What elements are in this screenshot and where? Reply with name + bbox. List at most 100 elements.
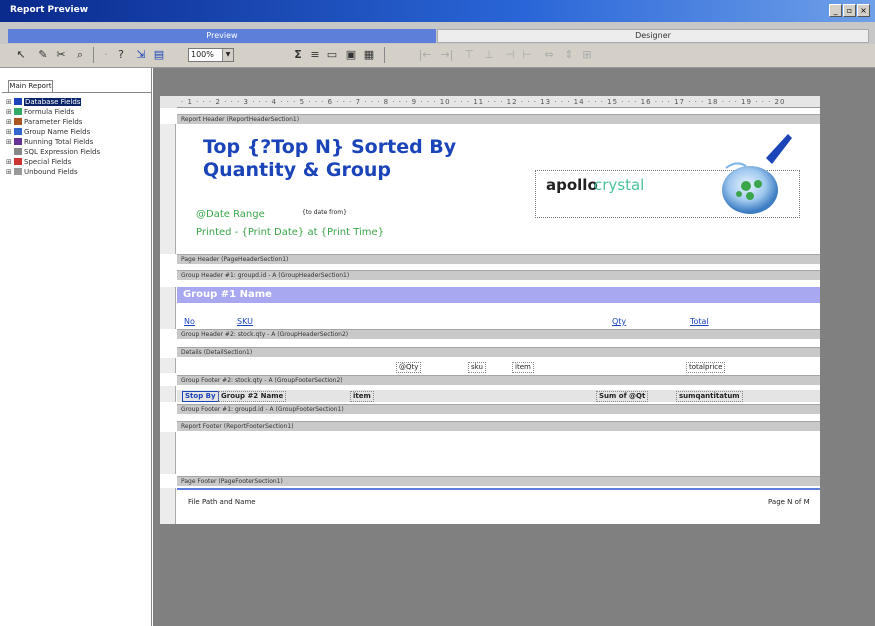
page-footer-line (177, 488, 820, 490)
tree-item-database-fields[interactable]: ⊞ Database Fields (6, 98, 82, 107)
expand-icon[interactable]: ⊞ (6, 138, 12, 147)
date-range-label[interactable]: @Date Range (196, 209, 265, 220)
divider (2, 92, 152, 93)
band-details[interactable]: Details (DetailSection1) (177, 347, 820, 357)
band-report-header[interactable]: Report Header (ReportHeaderSection1) (177, 114, 820, 124)
column-total[interactable]: Total (690, 317, 709, 326)
tree-item-group-name-fields[interactable]: ⊞ Group Name Fields (6, 128, 90, 137)
tree-item-running-total-fields[interactable]: ⊞ Running Total Fields (6, 138, 93, 147)
align-middle-icon[interactable]: ⊢ (520, 48, 534, 62)
band-group-header-1[interactable]: Group Header #1: groupd.id - A (GroupHea… (177, 270, 820, 280)
tree-item-parameter-fields[interactable]: ⊞ Parameter Fields (6, 118, 82, 127)
page-n-of-m-field[interactable]: Page N of M (766, 498, 812, 507)
print-setup-icon[interactable]: ▤ (152, 48, 166, 62)
align-bottom-icon[interactable]: ⊥ (482, 48, 496, 62)
footer-item-field[interactable]: item (350, 391, 374, 402)
expand-icon[interactable]: ⊞ (6, 128, 12, 137)
tree-item-sql-expression-fields[interactable]: SQL Expression Fields (6, 148, 100, 157)
parameter-icon (14, 118, 22, 125)
align-left-icon[interactable]: |← (418, 48, 432, 62)
window-title: Report Preview (10, 5, 89, 15)
printed-date-time[interactable]: Printed - {Print Date} at {Print Time} (196, 227, 384, 238)
tree-item-special-fields[interactable]: ⊞ Special Fields (6, 158, 71, 167)
column-sku[interactable]: SKU (237, 317, 253, 326)
vertical-ruler (160, 386, 176, 402)
zoom-value: 100% (191, 50, 214, 59)
toolbar-separator (93, 47, 94, 63)
help-icon[interactable]: ? (114, 48, 128, 62)
expand-icon[interactable]: ⊞ (6, 98, 12, 107)
stop-by-label[interactable]: Stop By (182, 391, 219, 402)
file-path-field[interactable]: File Path and Name (186, 498, 258, 507)
date-range-value[interactable]: {to date from} (300, 208, 349, 217)
align-top-icon[interactable]: ⊤ (462, 48, 476, 62)
vertical-ruler (160, 358, 176, 373)
apollo-text: apollo (546, 176, 598, 194)
align-center-icon[interactable]: ⊣ (503, 48, 517, 62)
export-icon[interactable]: ⇲ (134, 48, 148, 62)
group-1-name: Group #1 Name (183, 289, 272, 300)
formula-icon (14, 108, 22, 115)
column-qty[interactable]: Qty (612, 317, 626, 326)
object-icon[interactable]: ▦ (362, 48, 376, 62)
minimize-button[interactable]: _ (829, 4, 842, 17)
band-group-footer-1[interactable]: Group Footer #1: groupd.id - A (GroupFoo… (177, 404, 820, 414)
expand-icon[interactable]: ⊞ (6, 108, 12, 117)
disabled-icon[interactable]: · (99, 48, 113, 62)
same-size-icon[interactable]: ⊞ (580, 48, 594, 62)
chart-icon[interactable]: ≡ (308, 48, 322, 62)
maximize-button[interactable]: ▫ (843, 4, 856, 17)
insert-field-icon[interactable]: ✎ (36, 48, 50, 62)
special-icon (14, 158, 22, 165)
map-icon[interactable]: ▭ (325, 48, 339, 62)
chevron-down-icon[interactable]: ▼ (222, 49, 233, 61)
footer-sum-total-field[interactable]: sumqantitatum (676, 391, 743, 402)
group-2-name-field[interactable]: Group #2 Name (218, 391, 287, 402)
detail-item-field[interactable]: item (512, 362, 534, 373)
tab-preview[interactable]: Preview (8, 29, 436, 43)
database-icon (14, 98, 22, 105)
column-no[interactable]: No (184, 317, 195, 326)
footer-sum-qty-field[interactable]: Sum of @Qt (596, 391, 649, 402)
tree-item-formula-fields[interactable]: ⊞ Formula Fields (6, 108, 74, 117)
group-icon (14, 128, 22, 135)
find-icon[interactable]: ⌕ (73, 48, 87, 62)
insert-text-icon[interactable]: ✂ (54, 48, 68, 62)
tab-main-report[interactable]: Main Report (8, 80, 53, 92)
toolbar (0, 44, 875, 68)
picture-icon[interactable]: ▣ (344, 48, 358, 62)
horizontal-ruler: · 1 · · · 2 · · · 3 · · · 4 · · · 5 · · … (177, 96, 820, 108)
pointer-icon[interactable]: ↖ (14, 48, 28, 62)
band-group-header-2[interactable]: Group Header #2: stock.qty - A (GroupHea… (177, 329, 820, 339)
vertical-ruler (160, 124, 176, 254)
band-page-footer[interactable]: Page Footer (PageFooterSection1) (177, 476, 820, 486)
align-right-icon[interactable]: →| (440, 48, 454, 62)
expand-icon[interactable]: ⊞ (6, 158, 12, 167)
detail-qty-field[interactable]: @Qty (396, 362, 422, 373)
crystal-text: crystal (594, 176, 645, 194)
toolbar-separator (384, 47, 385, 63)
band-report-footer[interactable]: Report Footer (ReportFooterSection1) (177, 421, 820, 431)
title-bar: Report Preview (0, 0, 875, 22)
detail-total-field[interactable]: totalprice (686, 362, 726, 373)
group-1-header-row[interactable]: Group #1 Name (177, 287, 820, 303)
close-button[interactable]: × (857, 4, 870, 17)
same-width-icon[interactable]: ⇔ (542, 48, 556, 62)
unbound-icon (14, 168, 22, 175)
same-height-icon[interactable]: ⇕ (562, 48, 576, 62)
tab-designer[interactable]: Designer (437, 29, 869, 43)
sum-icon[interactable]: Σ (291, 48, 305, 62)
band-page-header[interactable]: Page Header (PageHeaderSection1) (177, 254, 820, 264)
vertical-ruler (160, 432, 176, 474)
expand-icon[interactable]: ⊞ (6, 168, 12, 177)
zoom-select[interactable]: 100% ▼ (188, 48, 234, 62)
expand-icon[interactable]: ⊞ (6, 118, 12, 127)
ruler-corner (160, 96, 177, 108)
crystal-ball-logo[interactable] (706, 128, 794, 220)
vertical-ruler (160, 488, 176, 524)
band-group-footer-2[interactable]: Group Footer #2: stock.qty - A (GroupFoo… (177, 375, 820, 385)
vertical-ruler (160, 287, 176, 329)
tree-item-unbound-fields[interactable]: ⊞ Unbound Fields (6, 168, 78, 177)
report-title[interactable]: Top {?Top N} Sorted By Quantity & Group (203, 136, 473, 182)
detail-sku-field[interactable]: sku (468, 362, 486, 373)
